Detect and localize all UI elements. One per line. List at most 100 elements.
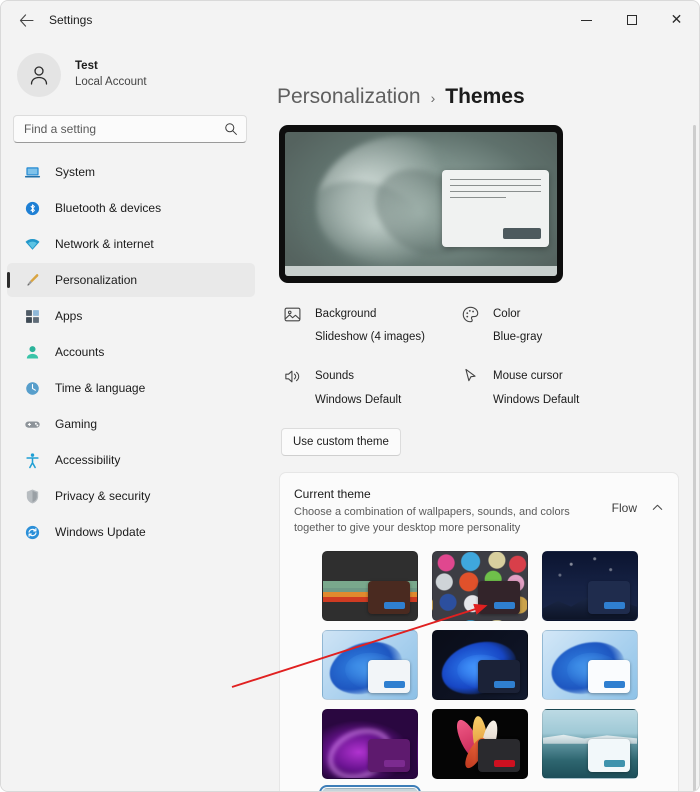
person-avatar-icon — [30, 66, 48, 85]
minimize-icon — [581, 19, 592, 21]
chevron-up-icon[interactable] — [651, 501, 664, 514]
theme-thumbnail[interactable] — [322, 550, 418, 621]
window-controls: ✕ — [564, 1, 699, 39]
theme-thumbnail[interactable] — [542, 708, 638, 779]
quick-setting-value: Windows Default — [493, 393, 580, 406]
sidebar-item-bluetooth-devices[interactable]: Bluetooth & devices — [7, 191, 255, 225]
sidebar-item-gaming[interactable]: Gaming — [7, 407, 255, 441]
theme-thumbnail[interactable] — [432, 550, 528, 621]
sidebar-item-privacy-security[interactable]: Privacy & security — [7, 479, 255, 513]
sidebar-item-label: Privacy & security — [55, 489, 151, 503]
quick-settings-grid: Background Slideshow (4 images) Color Bl… — [277, 301, 683, 410]
theme-thumbnail[interactable] — [542, 629, 638, 700]
apps-grid-icon — [23, 307, 41, 325]
theme-grid — [294, 550, 664, 791]
quick-setting-value: Blue-gray — [493, 331, 543, 344]
title-bar: Settings ✕ — [1, 1, 699, 39]
account-name: Test — [75, 60, 98, 73]
sidebar-item-apps[interactable]: Apps — [7, 299, 255, 333]
clock-globe-icon — [23, 379, 41, 397]
account-summary[interactable]: Test Local Account — [1, 41, 263, 103]
theme-thumbnail[interactable] — [322, 708, 418, 779]
maximize-icon — [626, 15, 637, 25]
sidebar-item-system[interactable]: System — [7, 155, 255, 189]
accessibility-person-icon — [23, 451, 41, 469]
sidebar-nav: System Bluetooth & devices Network & int… — [1, 155, 263, 549]
dialog-line — [450, 185, 541, 186]
avatar — [17, 53, 61, 97]
sidebar-item-accessibility[interactable]: Accessibility — [7, 443, 255, 477]
sidebar-item-label: Accounts — [55, 345, 105, 359]
quick-setting-mouse-cursor[interactable]: Mouse cursor Windows Default — [455, 363, 683, 409]
quick-setting-title: Color — [493, 308, 521, 320]
minimize-button[interactable] — [564, 1, 609, 39]
current-theme-card: Current theme Choose a combination of wa… — [279, 471, 679, 791]
breadcrumb-separator-icon: › — [430, 90, 436, 106]
sidebar-item-accounts[interactable]: Accounts — [7, 335, 255, 369]
quick-setting-title: Sounds — [315, 370, 355, 383]
sidebar-item-windows-update[interactable]: Windows Update — [7, 515, 255, 549]
sidebar-item-personalization[interactable]: Personalization — [7, 263, 255, 297]
quick-setting-sounds[interactable]: Sounds Windows Default — [277, 363, 455, 409]
dialog-line — [450, 191, 541, 192]
quick-setting-background[interactable]: Background Slideshow (4 images) — [277, 301, 455, 347]
breadcrumb-parent[interactable]: Personalization — [277, 85, 421, 109]
search-box[interactable] — [13, 115, 247, 143]
dialog-button — [503, 228, 541, 239]
page-title: Themes — [445, 85, 525, 108]
sidebar-item-label: System — [55, 165, 96, 179]
sidebar-item-network-internet[interactable]: Network & internet — [7, 227, 255, 261]
wifi-icon — [23, 235, 41, 253]
dialog-line — [450, 197, 507, 198]
close-icon: ✕ — [670, 12, 683, 28]
shield-icon — [23, 487, 41, 505]
close-button[interactable]: ✕ — [654, 1, 699, 39]
theme-preview-monitor — [279, 125, 563, 283]
breadcrumb: Personalization › Themes — [277, 39, 683, 109]
current-theme-header[interactable]: Current theme Choose a combination of wa… — [294, 487, 664, 537]
sidebar-item-time-language[interactable]: Time & language — [7, 371, 255, 405]
sidebar-item-label: Gaming — [55, 417, 98, 431]
account-subtitle: Local Account — [75, 76, 147, 88]
gamepad-icon — [23, 415, 41, 433]
search-icon — [224, 122, 238, 136]
preview-dialog — [442, 170, 549, 247]
vertical-scrollbar[interactable] — [693, 125, 696, 791]
current-theme-description: Choose a combination of wallpapers, soun… — [294, 505, 570, 535]
preview-screen — [285, 132, 557, 276]
use-custom-theme-button[interactable]: Use custom theme — [281, 427, 401, 456]
sidebar-item-label: Personalization — [55, 273, 138, 287]
dialog-line — [450, 179, 541, 180]
sidebar-item-label: Windows Update — [55, 525, 146, 539]
settings-window: Settings ✕ Test Local Account Find a set… — [0, 0, 700, 792]
sidebar-item-label: Accessibility — [55, 453, 121, 467]
window-title: Settings — [49, 13, 93, 27]
sidebar-item-label: Apps — [55, 309, 83, 323]
update-refresh-icon — [23, 523, 41, 541]
theme-thumbnail[interactable] — [322, 629, 418, 700]
laptop-icon — [23, 163, 41, 181]
image-icon — [281, 303, 303, 325]
preview-taskbar — [285, 266, 557, 276]
back-button[interactable] — [11, 6, 41, 34]
back-arrow-icon — [19, 13, 34, 27]
search-input[interactable] — [24, 122, 224, 136]
palette-icon — [459, 303, 481, 325]
theme-thumbnail[interactable] — [542, 550, 638, 621]
sidebar: Test Local Account Find a setting System… — [1, 39, 263, 791]
account-person-icon — [23, 343, 41, 361]
quick-setting-value: Slideshow (4 images) — [315, 331, 425, 344]
theme-thumbnail[interactable] — [432, 708, 528, 779]
sidebar-item-label: Bluetooth & devices — [55, 201, 162, 215]
theme-thumbnail[interactable] — [432, 629, 528, 700]
speaker-icon — [281, 365, 303, 387]
theme-thumbnail[interactable] — [319, 784, 421, 791]
quick-setting-color[interactable]: Color Blue-gray — [455, 301, 683, 347]
main-content: Personalization › Themes Background Slid… — [263, 39, 699, 791]
maximize-button[interactable] — [609, 1, 654, 39]
quick-setting-value: Windows Default — [315, 393, 402, 406]
current-theme-value: Flow — [611, 500, 637, 515]
sidebar-item-label: Network & internet — [55, 237, 154, 251]
quick-setting-title: Mouse cursor — [493, 370, 563, 383]
cursor-arrow-icon — [459, 365, 481, 387]
